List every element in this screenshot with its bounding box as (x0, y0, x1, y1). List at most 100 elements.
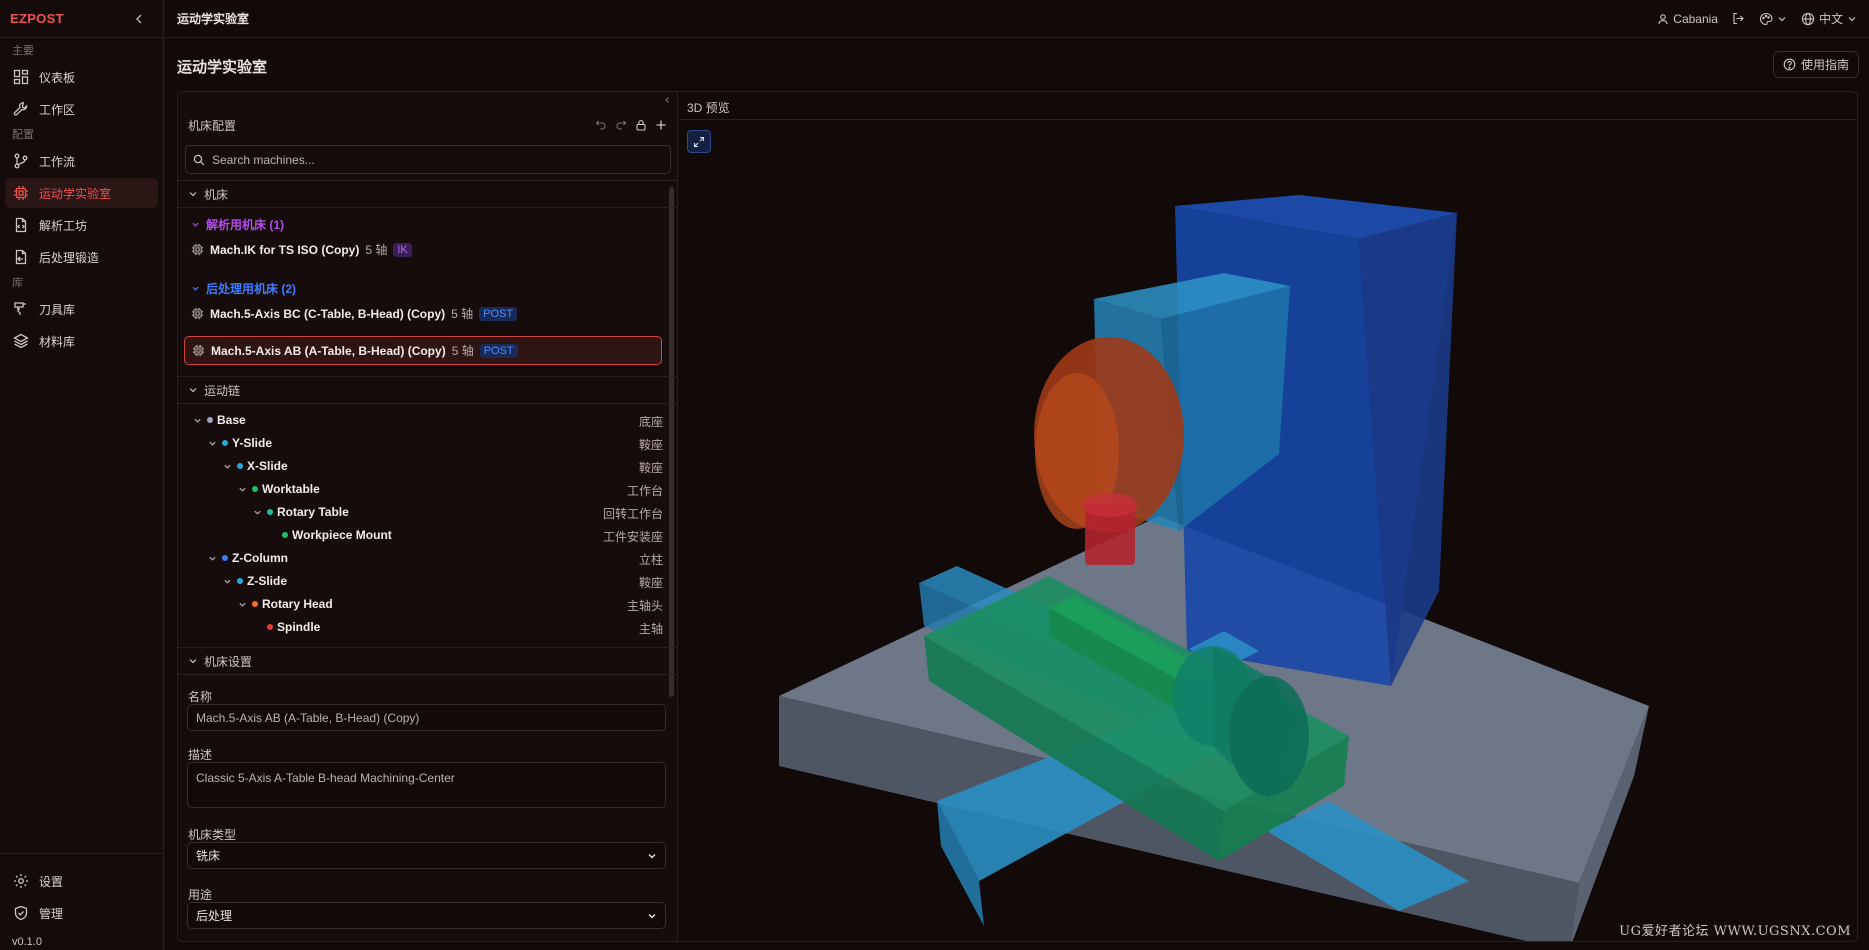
dashboard-icon (13, 69, 39, 85)
chevron-down-icon[interactable] (223, 462, 233, 471)
machine-name: Mach.5-Axis BC (C-Table, B-Head) (Copy) (210, 306, 446, 321)
chain-node-worktable[interactable]: Worktable (238, 479, 320, 499)
logout-icon (1732, 12, 1745, 25)
nav-item-post-forge[interactable]: 后处理锻造 (5, 242, 158, 272)
machine-item[interactable]: Mach.5-Axis BC (C-Table, B-Head) (Copy) … (184, 299, 662, 328)
machine-config-panel: 机床配置 机床 解析用机床 (1) Mach.IK f (178, 92, 678, 941)
chain-node-base[interactable]: Base (193, 410, 246, 430)
section-machines[interactable]: 机床 (178, 180, 677, 208)
usage-select[interactable]: 后处理 (187, 902, 666, 929)
chevron-down-icon[interactable] (253, 508, 263, 517)
topbar: 运动学实验室 Cabania 中文 (165, 0, 1869, 38)
workflow-icon (13, 153, 39, 169)
nav-item-workflow[interactable]: 工作流 (5, 146, 158, 176)
machine-badge: POST (479, 306, 518, 321)
file-export-icon (13, 249, 39, 265)
section-label: 机床设置 (204, 654, 253, 669)
file-code-icon (13, 217, 39, 233)
section-kinematic-chain[interactable]: 运动链 (178, 376, 677, 404)
watermark: UG爱好者论坛 WWW.UGSNX.COM (1619, 924, 1851, 939)
name-field[interactable]: Mach.5-Axis AB (A-Table, B-Head) (Copy) (187, 704, 666, 731)
chain-node-x-slide[interactable]: X-Slide (223, 456, 288, 476)
chevron-down-icon[interactable] (238, 600, 248, 609)
chain-node-workpiece-mount[interactable]: Workpiece Mount (268, 525, 392, 545)
language-label: 中文 (1818, 12, 1843, 26)
node-role: 立柱 (638, 553, 663, 567)
chevron-down-icon[interactable] (223, 577, 233, 586)
add-icon[interactable] (655, 119, 667, 131)
description-field[interactable]: Classic 5-Axis A-Table B-head Machining-… (187, 762, 666, 808)
guide-label: 使用指南 (1800, 58, 1849, 72)
chevron-down-icon (1847, 14, 1857, 24)
nav-label: 解析工坊 (39, 218, 88, 233)
page-title: 运动学实验室 (177, 59, 268, 76)
chevron-down-icon (188, 385, 198, 395)
chain-node-z-column[interactable]: Z-Column (208, 548, 288, 568)
node-color-dot (222, 555, 228, 561)
group-post-machines[interactable]: 后处理用机床 (2) (191, 280, 296, 297)
node-role: 鞍座 (638, 461, 663, 475)
redo-icon[interactable] (615, 119, 627, 131)
scrollbar[interactable] (669, 187, 674, 697)
chain-node-y-slide[interactable]: Y-Slide (208, 433, 272, 453)
user-menu[interactable]: Cabania (1657, 12, 1718, 26)
nav-item-kinematics-lab[interactable]: 运动学实验室 (5, 178, 158, 208)
machine-type-select[interactable]: 铣床 (187, 842, 666, 869)
app-version: v0.1.0 (12, 936, 42, 948)
language-menu[interactable]: 中文 (1801, 10, 1857, 27)
chevron-down-icon (191, 284, 200, 293)
gear-icon (13, 873, 39, 889)
globe-icon (1801, 12, 1815, 26)
node-color-dot (267, 624, 273, 630)
machine-axes: 5 轴 (365, 243, 388, 257)
chevron-down-icon[interactable] (193, 416, 203, 425)
section-machine-settings[interactable]: 机床设置 (178, 647, 677, 675)
preview-panel: 3D 预览 UG爱好者论坛 WWW.UGSNX.COM (679, 92, 1857, 941)
group-label: 解析用机床 (1) (206, 218, 285, 232)
search-input[interactable] (210, 151, 650, 168)
machine-3d-viewport[interactable] (679, 121, 1857, 942)
machine-name: Mach.IK for TS ISO (Copy) (210, 242, 360, 257)
shield-check-icon (13, 905, 39, 921)
chevron-down-icon[interactable] (238, 485, 248, 494)
panel-collapse-icon[interactable] (663, 96, 671, 104)
chain-node-spindle[interactable]: Spindle (253, 617, 320, 637)
machine-axes: 5 轴 (451, 344, 474, 358)
chevron-down-icon (647, 911, 657, 921)
logout-button[interactable] (1732, 12, 1745, 25)
chip-icon (13, 185, 39, 201)
nav-label: 刀具库 (39, 302, 76, 317)
chevron-down-icon[interactable] (208, 554, 218, 563)
theme-menu[interactable] (1759, 12, 1787, 26)
chain-node-z-slide[interactable]: Z-Slide (223, 571, 287, 591)
chevron-down-icon (188, 189, 198, 199)
section-label: 机床 (204, 187, 229, 202)
nav-item-settings[interactable]: 设置 (5, 866, 158, 896)
guide-button[interactable]: 使用指南 (1772, 51, 1859, 78)
machine-item[interactable]: Mach.IK for TS ISO (Copy) 5 轴 IK (184, 235, 662, 264)
node-name: Y-Slide (232, 436, 273, 450)
nav-item-admin[interactable]: 管理 (5, 898, 158, 928)
chain-node-rotary-table[interactable]: Rotary Table (253, 502, 349, 522)
nav-item-workspace[interactable]: 工作区 (5, 94, 158, 124)
layers-icon (13, 333, 39, 349)
lock-icon[interactable] (635, 119, 647, 131)
undo-icon[interactable] (595, 119, 607, 131)
machine-item-selected[interactable]: Mach.5-Axis AB (A-Table, B-Head) (Copy) … (184, 336, 662, 365)
chip-icon (191, 243, 204, 256)
chevron-down-icon[interactable] (208, 439, 218, 448)
nav-label: 材料库 (39, 334, 76, 349)
nav-item-material-library[interactable]: 材料库 (5, 326, 158, 356)
brand-logo: EZPOST (10, 11, 64, 26)
search-icon (193, 154, 205, 166)
nav-item-dashboard[interactable]: 仪表板 (5, 62, 158, 92)
username: Cabania (1673, 11, 1718, 26)
group-ik-machines[interactable]: 解析用机床 (1) (191, 216, 284, 233)
nav-label: 工作区 (39, 102, 76, 117)
nav-item-tool-library[interactable]: 刀具库 (5, 294, 158, 324)
chain-node-rotary-head[interactable]: Rotary Head (238, 594, 333, 614)
sidebar: EZPOST 主要 仪表板 工作区 配置 工作流 运动学实验室 解析工坊 后处理… (0, 0, 164, 950)
machine-axes: 5 轴 (451, 307, 474, 321)
chevron-left-icon[interactable] (133, 13, 145, 25)
nav-item-parse-workshop[interactable]: 解析工坊 (5, 210, 158, 240)
